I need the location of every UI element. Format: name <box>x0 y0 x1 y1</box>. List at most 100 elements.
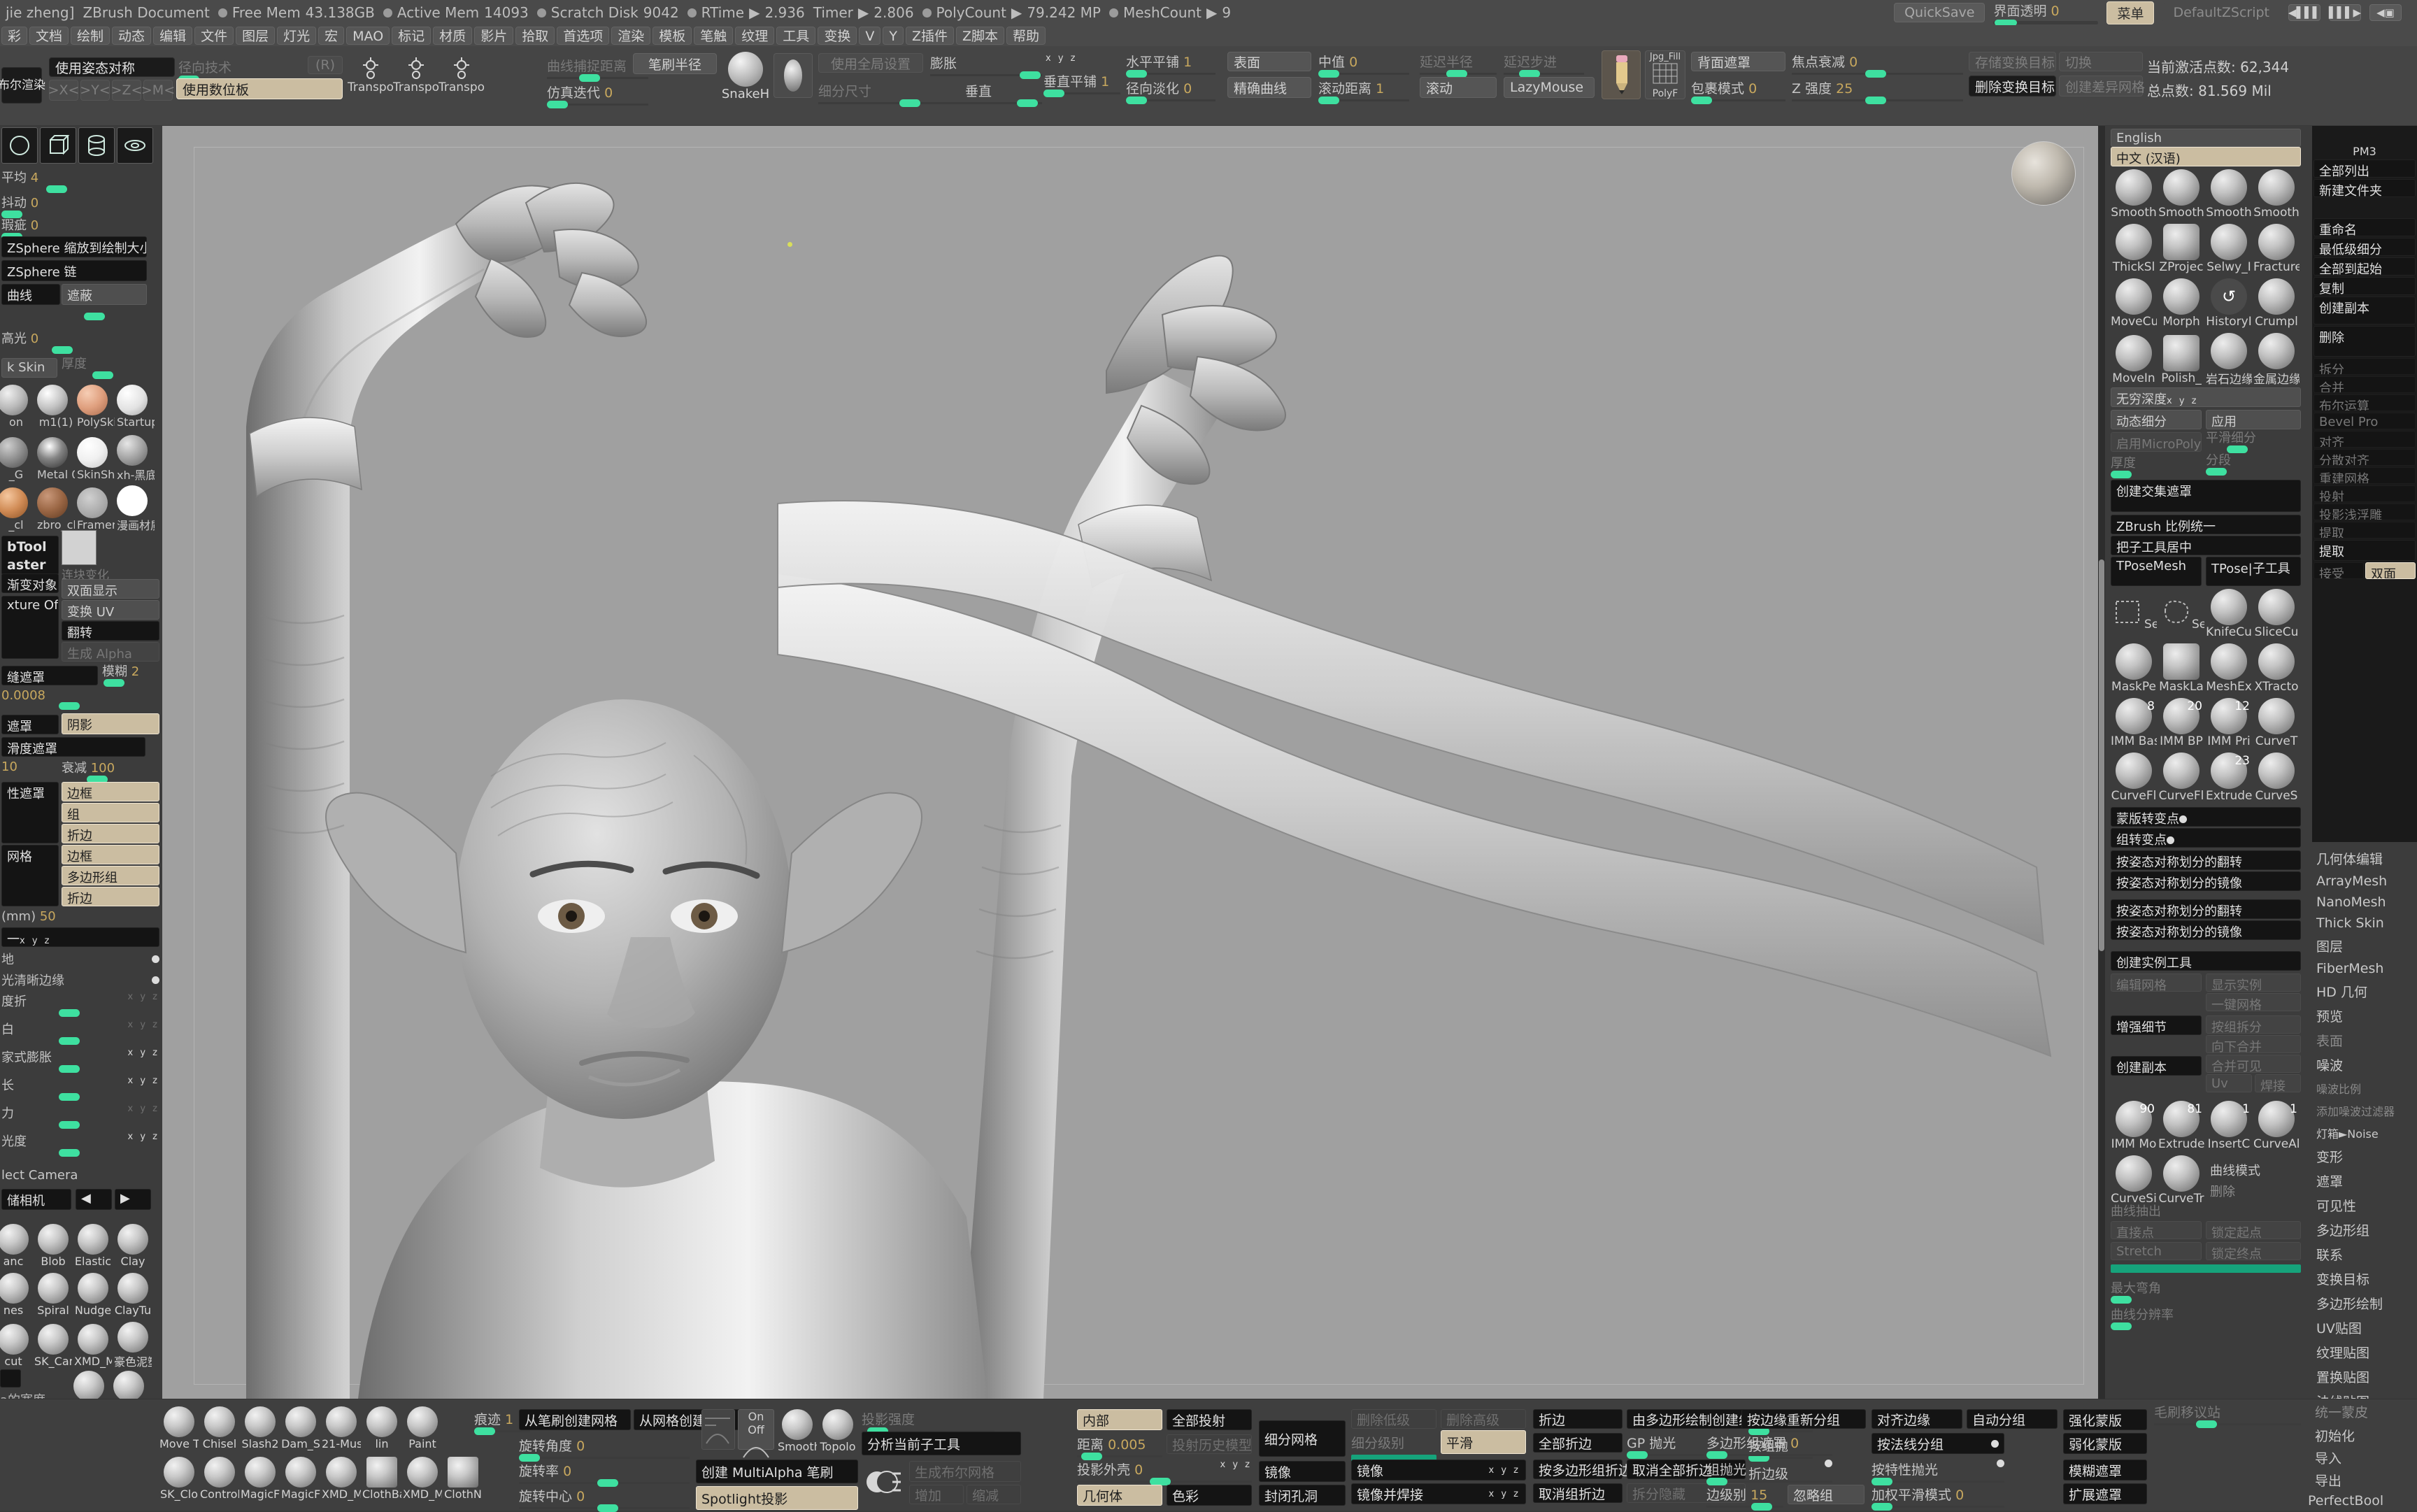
brush-item[interactable]: 金属边缘 <box>2253 333 2300 387</box>
remesh-button[interactable]: 重建网格 <box>2313 467 2416 484</box>
palette-fiber-mesh[interactable]: FiberMesh <box>2315 958 2417 979</box>
curve-falloff-b[interactable]: On Off <box>738 1409 774 1458</box>
palette-noise[interactable]: 噪波 <box>2315 1053 2417 1077</box>
z-intensity-slider[interactable] <box>1792 97 1963 104</box>
brush-item[interactable]: Smooth <box>2158 169 2204 220</box>
restore-button[interactable]: ◀▣ <box>2369 4 2402 21</box>
lowest-subdiv-button[interactable]: 最低级细分 <box>2313 238 2416 256</box>
menu-item-22[interactable]: Y <box>883 27 904 45</box>
axis-y-button[interactable]: >Y< <box>80 80 110 101</box>
zsphere-scale-button[interactable]: ZSphere 缩放到绘制大小 <box>1 236 147 257</box>
ground-row[interactable]: 地 <box>1 950 159 968</box>
make-alpha-button[interactable]: 生成 Alpha <box>62 642 159 662</box>
camera-prev-button[interactable]: ◀ <box>76 1189 112 1210</box>
menu-item-15[interactable]: 渲染 <box>611 27 651 45</box>
one-click-mesh-button[interactable]: 一键网格 <box>2206 993 2301 1011</box>
create-intersect-mask-button[interactable]: 创建交集遮罩 <box>2111 480 2301 512</box>
avg-slider[interactable] <box>1 185 159 193</box>
brush-item[interactable]: MeshEx <box>2206 643 2252 694</box>
brush-item[interactable]: SK_Can <box>34 1323 72 1368</box>
group-by-normals-button[interactable]: 按法线分组 <box>1871 1433 2004 1454</box>
brush-item[interactable]: SK_Clo <box>159 1457 199 1501</box>
palette-polygroups[interactable]: 多边形组 <box>2315 1218 2417 1242</box>
menu-item-13[interactable]: 拾取 <box>515 27 555 45</box>
material-swatch[interactable]: 漫画材质 <box>117 485 155 533</box>
use-global-settings-button[interactable]: 使用全局设置 <box>818 53 923 73</box>
curve-button[interactable]: 曲线 <box>1 284 60 305</box>
menu-item-25[interactable]: 帮助 <box>1006 27 1046 45</box>
language-english-button[interactable]: English <box>2111 129 2301 147</box>
force-slider[interactable] <box>1 1121 159 1129</box>
align-edges-button[interactable]: 对齐边缘 <box>1871 1409 1962 1429</box>
analyze-current-subtool-button[interactable]: 分析当前子工具 <box>862 1432 1021 1455</box>
delete-lower-button[interactable]: 删除低级 <box>1351 1409 1436 1429</box>
create-multialpha-button[interactable]: 创建 MultiAlpha 笔刷 <box>696 1460 858 1483</box>
brush-item[interactable]: ↺ HistoryI <box>2206 278 2252 329</box>
menu-item-12[interactable]: 影片 <box>474 27 514 45</box>
delete-button[interactable]: 删除 <box>2313 326 2416 357</box>
seam-mask-button[interactable]: 缝遮罩 <box>1 666 98 685</box>
increase-button[interactable]: 增加 <box>909 1485 964 1504</box>
border2-button[interactable]: 边框 <box>62 845 159 864</box>
list-all-button[interactable]: 全部列出 <box>2313 159 2416 178</box>
disc-primitive-icon[interactable] <box>117 127 153 164</box>
brush-item[interactable]: 12 IMM Pri <box>2206 698 2252 748</box>
gp-polish-slider[interactable] <box>1627 1451 1704 1459</box>
viewport-canvas[interactable] <box>162 126 2105 1399</box>
accurate-curve-button[interactable]: 精确曲线 <box>1227 77 1311 98</box>
brush-item[interactable]: Smooth <box>2253 169 2300 220</box>
lock-end-button[interactable]: 锁定终点 <box>2206 1242 2301 1260</box>
mid-value-slider[interactable] <box>1318 70 1409 78</box>
lock-start-button[interactable]: 锁定起点 <box>2206 1221 2301 1239</box>
extract-toggle-button[interactable]: 提取 <box>2313 522 2416 539</box>
focal-shift-slider[interactable] <box>1792 70 1963 78</box>
palette-preview[interactable]: 预览 <box>2315 1004 2417 1028</box>
soften-mask-button[interactable]: 弱化蒙版 <box>2063 1433 2147 1454</box>
toggle-dot-icon[interactable] <box>1991 1439 1999 1448</box>
brush-item[interactable]: CurveFl <box>2158 753 2204 803</box>
group1-button[interactable]: 组 <box>62 803 159 822</box>
brush-item[interactable]: Polish_ <box>2158 334 2204 385</box>
flip-by-pose-sym-button[interactable]: 按姿态对称划分的翻转 <box>2111 850 2301 870</box>
specular-slider[interactable] <box>1 346 159 354</box>
material-swatch[interactable]: SkinSh <box>77 436 115 481</box>
distance-slider[interactable] <box>1077 1453 1162 1460</box>
smooth-brush-item[interactable]: Smooth <box>778 1409 817 1453</box>
texture-off-button[interactable]: xture Off <box>1 596 59 659</box>
bottom-unify-skin[interactable]: 统一蒙皮 <box>2315 1402 2368 1421</box>
mask-button[interactable]: 遮罩 <box>1 715 59 734</box>
project-history-button[interactable]: 投射历史模型 <box>1167 1434 1252 1454</box>
sim-iterations-slider[interactable] <box>547 101 648 108</box>
xyz-toggle-tile[interactable]: x y z <box>1046 53 1077 64</box>
brush-item[interactable]: cut <box>0 1323 32 1368</box>
by-group-polish-slider[interactable] <box>1748 1454 1813 1462</box>
vtile-slider[interactable] <box>1043 90 1120 97</box>
store-camera-button[interactable]: 储相机 <box>1 1189 71 1210</box>
auto-group-button[interactable]: 自动分组 <box>1967 1409 2058 1429</box>
backface-mask-button[interactable]: 背面遮罩 <box>1691 52 1785 71</box>
menu-item-16[interactable]: 模板 <box>653 27 692 45</box>
trace-slider[interactable] <box>474 1427 530 1435</box>
palette-texture-map[interactable]: 纹理贴图 <box>2315 1340 2417 1364</box>
bottom-import[interactable]: 导入 <box>2315 1448 2341 1467</box>
uncrease-group-button[interactable]: 取消组折边 <box>1533 1483 1623 1503</box>
unify-row-button[interactable]: 一x y z <box>1 927 159 947</box>
bend-slider[interactable] <box>1 1009 159 1017</box>
projection-shell-slider[interactable] <box>1077 1478 1252 1485</box>
create-duplicate-col-button[interactable]: 创建副本 <box>2313 297 2416 324</box>
use-pose-symmetry-button[interactable]: 使用姿态对称 <box>49 57 175 77</box>
blur-slider[interactable] <box>102 679 159 687</box>
brush-item[interactable]: Paint <box>403 1406 442 1450</box>
brush-item[interactable]: Nudge <box>74 1273 112 1317</box>
create-diff-mesh-button[interactable]: 创建差异网格 <box>2059 76 2145 97</box>
double-sided-col-button[interactable]: 双面 <box>2365 562 2416 579</box>
sharpen-mask-button[interactable]: 强化蒙版 <box>2063 1409 2147 1430</box>
palette-link[interactable]: 联系 <box>2315 1242 2417 1267</box>
curve-falloff-a[interactable] <box>701 1409 735 1450</box>
zbrush-unify-scale-button[interactable]: ZBrush 比例统一 <box>2111 515 2301 534</box>
thickness-slider[interactable] <box>62 371 159 379</box>
gradient-object-button[interactable]: 渐变对象 <box>1 573 59 593</box>
topology-brush-item[interactable]: Topolo <box>818 1409 857 1453</box>
menu-item-10[interactable]: 标记 <box>392 27 432 45</box>
palette-displacement-map[interactable]: 置换贴图 <box>2315 1364 2417 1389</box>
